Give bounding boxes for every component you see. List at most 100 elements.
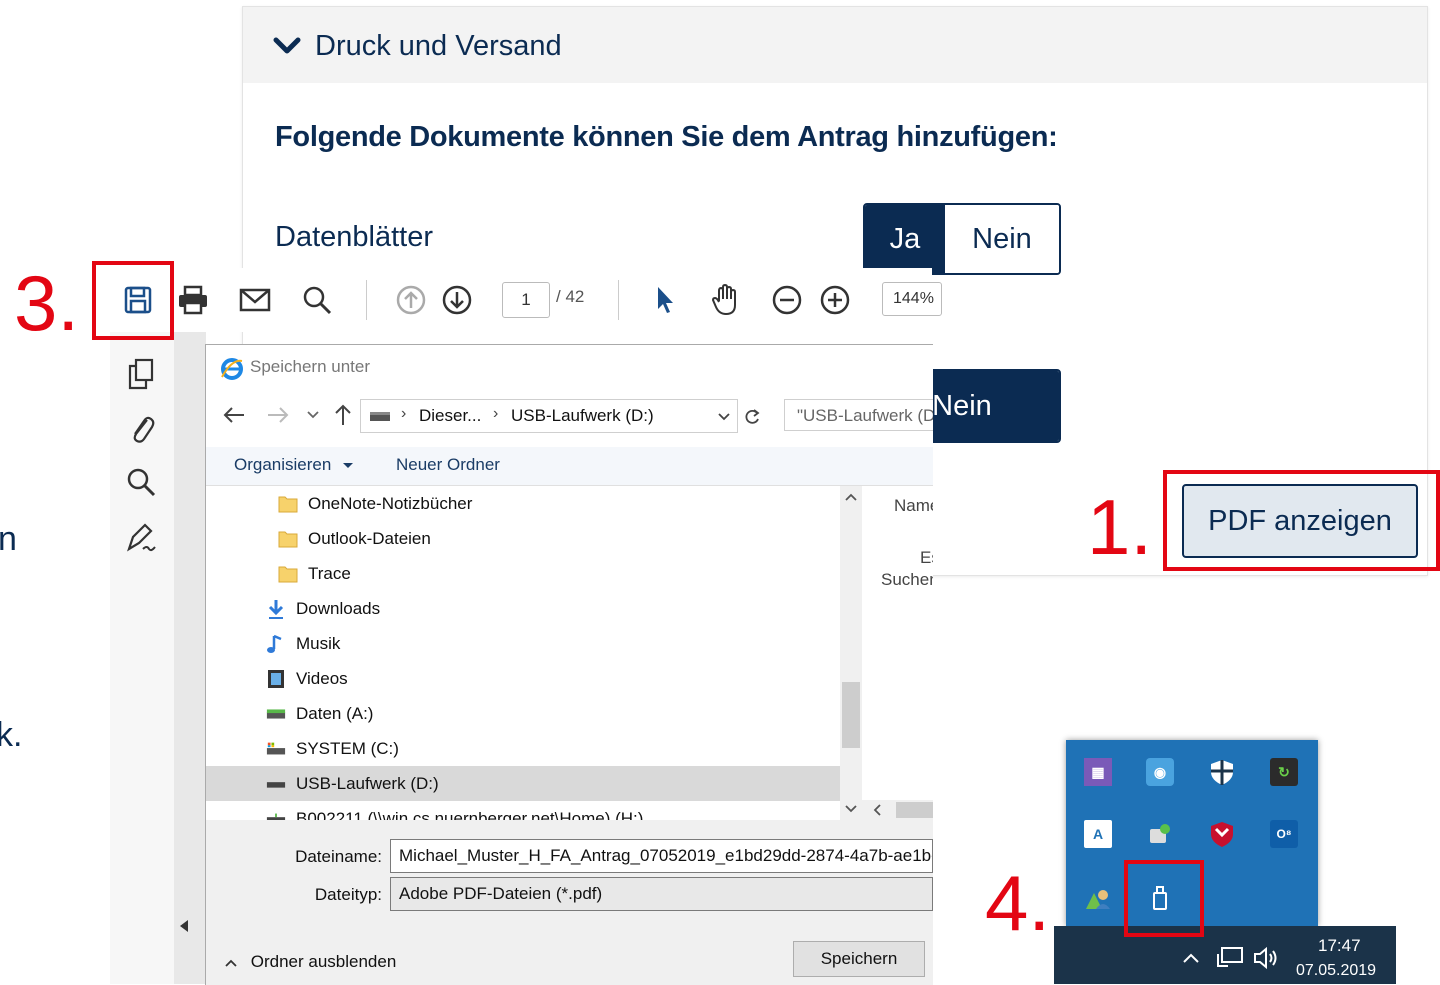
tree-item[interactable]: Outlook-Dateien [206,521,840,556]
volume-icon[interactable] [1252,946,1280,970]
up-arrow-icon[interactable] [332,403,354,427]
drive-icon [370,412,390,421]
hand-tool-icon[interactable] [708,282,744,318]
toolbar-divider [366,280,367,320]
page-number-input[interactable]: 1 [502,282,550,318]
network-app-icon[interactable]: ◉ [1146,758,1174,786]
column-header-name[interactable]: Name [894,496,933,516]
tree-item-label: Downloads [296,598,381,618]
people-app-icon[interactable] [1084,884,1112,912]
select-cursor-icon[interactable] [648,282,682,318]
files-pane: Name Es Suchen [862,486,933,820]
documents-heading: Folgende Dokumente können Sie dem Antrag… [275,121,1058,153]
back-arrow-icon[interactable] [222,405,246,425]
tree-item-label: SYSTEM (C:) [296,738,399,758]
scroll-left-arrow-icon[interactable] [872,804,882,816]
mail-icon[interactable] [238,282,272,318]
mcafee-shield-icon[interactable] [1208,820,1236,848]
tree-item[interactable]: B002211 (\\win.cs.nuernberger.net\Home) … [206,801,840,820]
internet-explorer-icon [221,358,243,380]
scrollbar-thumb[interactable] [842,682,860,748]
green-app-icon[interactable]: ↻ [1270,758,1298,786]
tree-item[interactable]: Trace [206,556,840,591]
hide-folders-toggle[interactable]: Ordner ausblenden [224,952,396,972]
filename-label: Dateiname: [295,847,382,866]
breadcrumb-this-pc[interactable]: Dieser... [419,406,481,426]
tree-item[interactable]: OneNote-Notizbücher [206,486,840,521]
search-icon[interactable] [300,282,334,318]
forward-arrow-icon[interactable] [266,405,290,425]
tree-item-label: Musik [296,633,341,653]
path-separator: › [493,405,499,422]
chevron-down-icon [343,462,354,468]
search-icon[interactable] [124,464,158,500]
tree-item[interactable]: Musik [206,626,840,661]
save-button[interactable]: Speichern [793,941,925,977]
network-icon[interactable] [1216,946,1244,970]
filename-input[interactable]: Michael_Muster_H_FA_Antrag_07052019_e1bd… [390,839,933,873]
clock-date[interactable]: 07.05.2019 [1296,962,1376,980]
annotation-step1-label: 1. [1087,483,1153,571]
tree-item-label: USB-Laufwerk (D:) [296,773,439,793]
taskbar: 17:47 07.05.2019 [1054,926,1396,984]
annotation-box-step1 [1163,470,1440,571]
show-hidden-icons-chevron-icon[interactable] [1182,952,1200,964]
download-icon [266,598,286,620]
zoom-in-icon[interactable] [818,282,852,318]
page-thumbnails-icon[interactable] [124,356,158,392]
new-folder-button[interactable]: Neuer Ordner [396,455,500,475]
datasheets-yes-button[interactable]: Ja [865,205,945,273]
dialog-title: Speichern unter [250,357,371,376]
attachment-icon[interactable] [124,410,158,446]
organize-button[interactable]: Organisieren [234,455,354,475]
collapse-arrow-icon[interactable] [178,918,190,934]
tree-item[interactable]: Downloads [206,591,840,626]
search-input[interactable]: "USB-Laufwerk (D:)" durchsuchen [784,399,933,431]
empty-message-line1: Es [920,548,933,567]
connection-app-icon[interactable] [1146,820,1174,848]
clock-time[interactable]: 17:47 [1318,936,1361,956]
address-bar[interactable]: › Dieser... › USB-Laufwerk (D:) [360,399,738,433]
horizontal-scrollbar[interactable] [862,800,933,820]
tree-scrollbar[interactable] [840,486,862,820]
previous-page-icon[interactable] [394,282,428,318]
tree-item[interactable]: Daten (A:) [206,696,840,731]
scroll-down-arrow-icon[interactable] [845,804,857,814]
datasheets-toggle: Ja Nein [863,203,1061,275]
signature-icon[interactable] [124,520,158,556]
scroll-up-arrow-icon[interactable] [845,492,857,502]
breadcrumb-usb-drive[interactable]: USB-Laufwerk (D:) [511,406,654,426]
path-separator: › [401,405,407,422]
music-icon [266,633,286,655]
network-drive-icon [266,808,286,820]
zoom-out-icon[interactable] [770,282,804,318]
tree-item[interactable]: USB-Laufwerk (D:) [206,766,840,801]
tree-item-label: OneNote-Notizbücher [308,493,473,513]
empty-message-line2: Suchen [881,570,933,589]
folder-icon [278,493,298,515]
print-icon[interactable] [176,282,210,318]
chevron-down-icon [273,37,301,54]
scrollbar-thumb[interactable] [896,802,933,818]
tree-item[interactable]: SYSTEM (C:) [206,731,840,766]
system-drive-icon [266,738,286,760]
datasheets-label: Datenblätter [275,221,433,253]
tree-item[interactable]: Videos [206,661,840,696]
filetype-select[interactable]: Adobe PDF-Dateien (*.pdf) [390,877,933,911]
datasheets-no-button[interactable]: Nein [945,205,1059,273]
zoom-level-input[interactable]: 144% [882,282,942,316]
recent-locations-chevron-icon[interactable] [306,409,320,421]
text-app-icon[interactable]: A [1084,820,1112,848]
outlook-icon[interactable]: O⁸ [1270,820,1298,848]
address-dropdown-icon[interactable] [717,412,731,422]
toolbar-divider [618,280,619,320]
grid-app-icon[interactable]: ▦ [1084,758,1112,786]
pdf-sidebar [110,332,175,984]
security-shield-icon[interactable] [1208,758,1236,786]
page-text-fragment: n [0,520,17,558]
section-collapse-toggle[interactable]: Druck und Versand [273,29,562,63]
usb-drive-icon [266,773,286,795]
refresh-icon[interactable] [742,407,762,427]
next-page-icon[interactable] [440,282,474,318]
page-text-fragment: k. [0,716,23,754]
